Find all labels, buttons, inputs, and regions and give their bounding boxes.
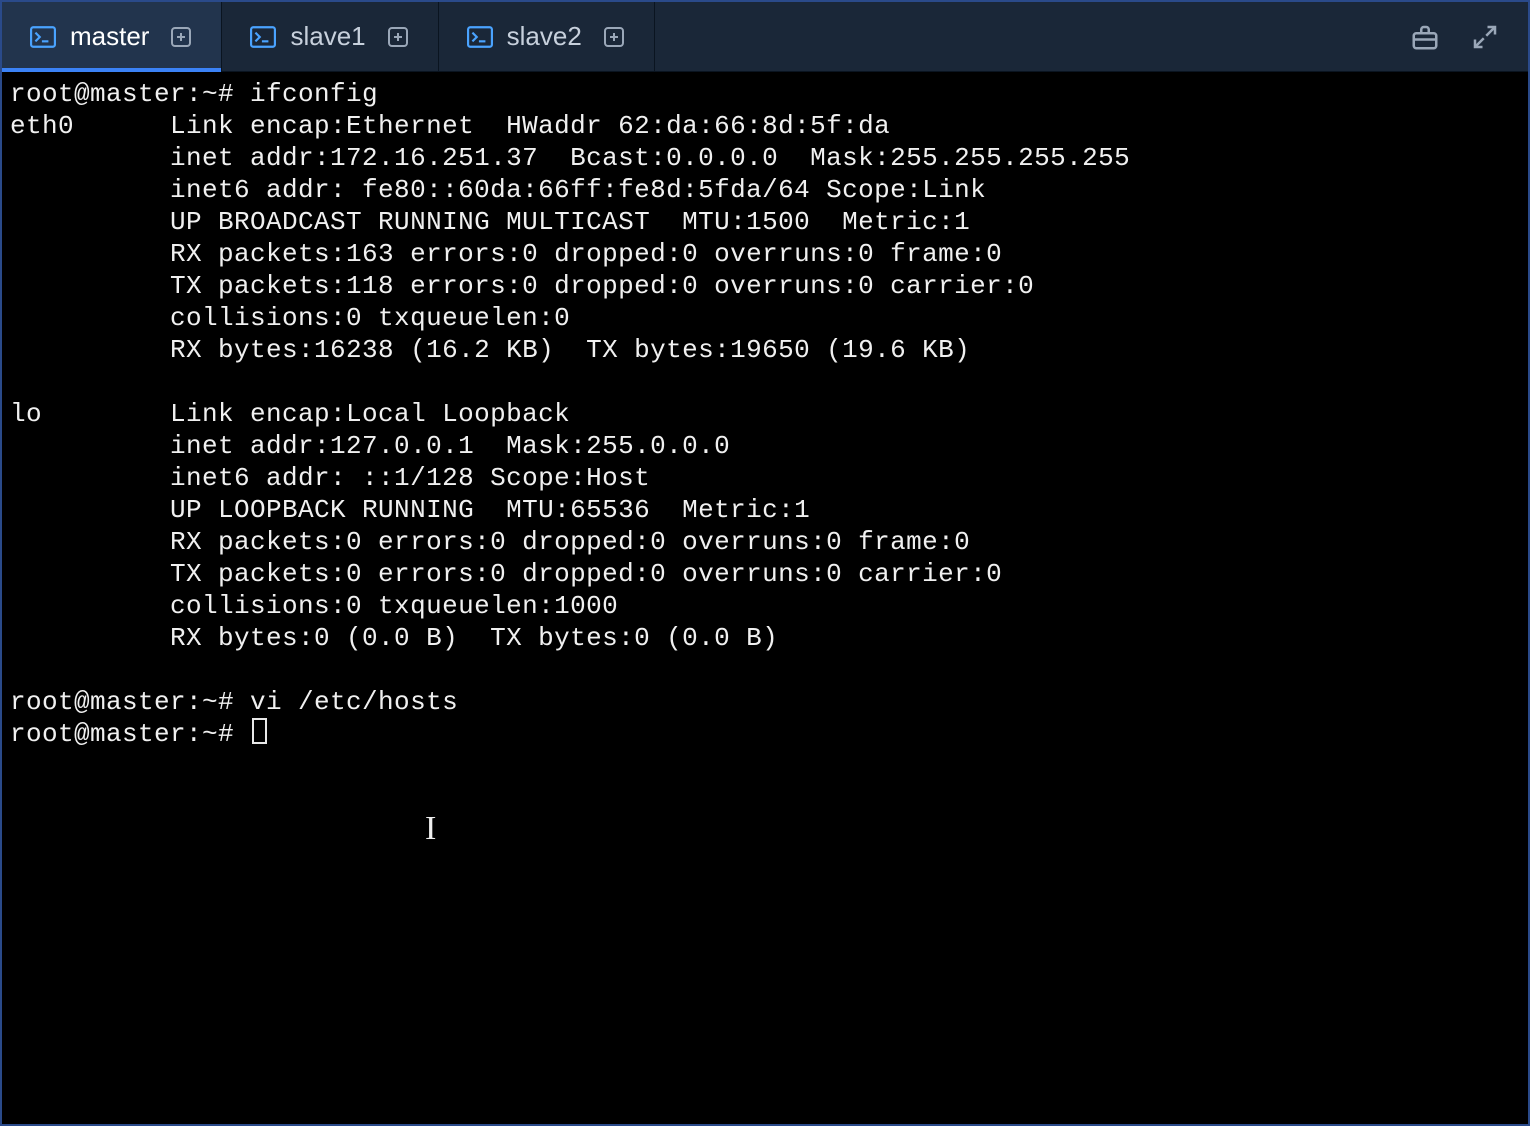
terminal-icon	[30, 26, 56, 48]
toolbar-right	[1382, 2, 1528, 71]
terminal-icon	[250, 26, 276, 48]
tab-bar: master slave1 slave2	[2, 2, 1528, 72]
tab-label: master	[70, 21, 149, 52]
toolbox-icon[interactable]	[1410, 22, 1440, 52]
add-tab-icon[interactable]	[169, 25, 193, 49]
tab-master[interactable]: master	[2, 2, 222, 71]
add-tab-icon[interactable]	[602, 25, 626, 49]
text-caret-icon: I	[425, 810, 436, 848]
terminal-icon	[467, 26, 493, 48]
terminal-cursor	[252, 718, 267, 744]
terminal-output[interactable]: root@master:~# ifconfig eth0 Link encap:…	[2, 72, 1528, 758]
tab-label: slave2	[507, 21, 582, 52]
tab-slave2[interactable]: slave2	[439, 2, 655, 71]
add-tab-icon[interactable]	[386, 25, 410, 49]
tab-label: slave1	[290, 21, 365, 52]
fullscreen-icon[interactable]	[1470, 22, 1500, 52]
tab-slave1[interactable]: slave1	[222, 2, 438, 71]
